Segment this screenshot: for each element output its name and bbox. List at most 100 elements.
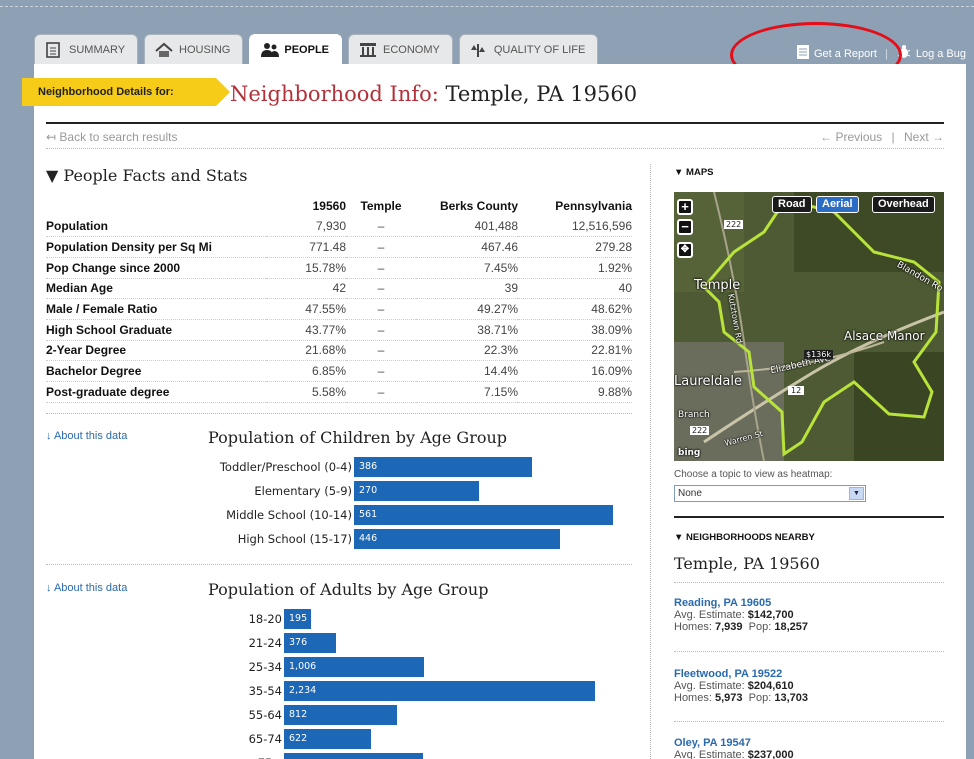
table-cell: 9.88% bbox=[518, 381, 632, 403]
table-cell: 14.4% bbox=[416, 360, 518, 382]
zoom-in-button[interactable]: + bbox=[677, 199, 693, 215]
log-bug-link[interactable]: Log a Bug bbox=[896, 44, 966, 63]
table-cell: – bbox=[346, 298, 416, 320]
nearby-item-homes-pop: Homes: 7,939 Pop: 18,257 bbox=[674, 621, 808, 633]
nearby-current-place: Temple, PA 19560 bbox=[674, 554, 820, 573]
tab-people[interactable]: PEOPLE bbox=[249, 34, 342, 64]
tab-economy[interactable]: ECONOMY bbox=[348, 34, 453, 64]
tab-quality-of-life[interactable]: QUALITY OF LIFE bbox=[458, 34, 599, 64]
nearby-item-name[interactable]: Fleetwood, PA 19522 bbox=[674, 668, 808, 680]
heatmap-select[interactable]: None ▼ bbox=[674, 485, 866, 502]
pager: ← Previous | Next → bbox=[820, 130, 944, 144]
map-label-alsace-manor: Alsace Manor bbox=[844, 329, 925, 343]
chart-category-label: Toddler/Preschool (0-4) bbox=[219, 460, 352, 474]
aerial-map[interactable]: + − ✥ Road Aerial Overhead Temple Alsace… bbox=[674, 192, 944, 461]
chart-bar[interactable]: 270 bbox=[354, 481, 479, 501]
table-cell: – bbox=[346, 257, 416, 279]
page-title-place: Temple, PA 19560 bbox=[445, 82, 638, 106]
table-row: Bachelor Degree 6.85% –14.4% 16.09% bbox=[46, 360, 632, 382]
map-route-12-marker: 12 bbox=[788, 386, 805, 395]
chart-bar[interactable]: 622 bbox=[284, 729, 371, 749]
table-row: 2-Year Degree 21.68% –22.3% 22.81% bbox=[46, 340, 632, 362]
table-cell: 22.3% bbox=[416, 340, 518, 362]
chart-category-label: 55-64 bbox=[248, 708, 282, 722]
table-cell: 38.71% bbox=[416, 319, 518, 341]
chart-bar-row: Middle School (10-14) 561 bbox=[208, 505, 613, 525]
about-this-data-link[interactable]: ↓ About this data bbox=[46, 582, 127, 594]
table-cell: – bbox=[346, 216, 416, 238]
chart-bar-row: 18-20 195 bbox=[208, 609, 311, 629]
table-cell: 38.09% bbox=[518, 319, 632, 341]
nearby-divider bbox=[674, 582, 944, 583]
adults-chart-title: Population of Adults by Age Group bbox=[208, 580, 489, 599]
nearby-item-name[interactable]: Reading, PA 19605 bbox=[674, 597, 808, 609]
app-frame: SUMMARY HOUSING PEOPLE ECONOMY QUALITY O… bbox=[22, 0, 966, 759]
tab-summary[interactable]: SUMMARY bbox=[34, 34, 139, 64]
people-facts-heading[interactable]: ▼ People Facts and Stats bbox=[46, 166, 247, 185]
chevron-down-icon: ▼ bbox=[849, 487, 864, 500]
map-route-222-marker: 222 bbox=[690, 426, 710, 435]
column-header: Pennsylvania bbox=[555, 199, 632, 213]
page-title: Neighborhood Info: Temple, PA 19560 bbox=[230, 82, 637, 106]
table-cell: – bbox=[346, 278, 416, 300]
row-label: Median Age bbox=[46, 278, 266, 300]
chart-bar[interactable]: 386 bbox=[354, 457, 532, 477]
map-label-branch: Branch bbox=[678, 410, 710, 420]
chart-bar[interactable]: 1,006 bbox=[284, 657, 424, 677]
map-road-button[interactable]: Road bbox=[772, 196, 812, 213]
row-label: Population bbox=[46, 216, 266, 238]
table-cell: 1.92% bbox=[518, 257, 632, 279]
table-header-row: 19560 Temple Berks County Pennsylvania bbox=[46, 196, 632, 216]
chart-bar[interactable]: 376 bbox=[284, 633, 336, 653]
table-row: Population 7,930–401,488 12,516,596 bbox=[46, 216, 632, 238]
chart-bar[interactable] bbox=[284, 753, 423, 759]
maps-heading[interactable]: ▼ MAPS bbox=[674, 167, 714, 178]
about-this-data-link[interactable]: ↓ About this data bbox=[46, 430, 127, 442]
chart-bar[interactable]: 195 bbox=[284, 609, 311, 629]
nearby-divider bbox=[674, 651, 944, 652]
table-row: Median Age 42–39 40 bbox=[46, 278, 632, 300]
heatmap-label: Choose a topic to view as heatmap: bbox=[674, 469, 833, 480]
row-label: Pop Change since 2000 bbox=[46, 257, 266, 279]
page-title-prefix: Neighborhood Info: bbox=[230, 82, 439, 106]
table-cell: 6.85% bbox=[266, 360, 346, 382]
pan-control-icon[interactable]: ✥ bbox=[677, 242, 693, 258]
table-cell: 48.62% bbox=[518, 298, 632, 320]
scales-icon bbox=[470, 42, 488, 58]
column-header: Berks County bbox=[439, 199, 518, 213]
bank-icon bbox=[359, 42, 377, 58]
map-price-marker[interactable]: $136k bbox=[804, 350, 833, 359]
table-cell: 47.55% bbox=[266, 298, 346, 320]
heatmap-selected-value: None bbox=[678, 488, 702, 499]
row-label: Bachelor Degree bbox=[46, 360, 266, 382]
section-divider bbox=[46, 413, 632, 414]
zoom-out-button[interactable]: − bbox=[677, 219, 693, 235]
chart-bar[interactable]: 2,234 bbox=[284, 681, 595, 701]
chart-bar[interactable]: 561 bbox=[354, 505, 613, 525]
map-aerial-button[interactable]: Aerial bbox=[816, 196, 859, 213]
back-to-results-link[interactable]: ↤ Back to search results bbox=[46, 130, 177, 144]
map-overhead-button[interactable]: Overhead bbox=[872, 196, 935, 213]
column-header: Temple bbox=[360, 199, 402, 213]
section-divider bbox=[46, 564, 632, 565]
chart-bar[interactable]: 446 bbox=[354, 529, 560, 549]
chart-bar-row: 65-74 622 bbox=[208, 729, 371, 749]
table-row: Pop Change since 2000 15.78% –7.45% 1.92% bbox=[46, 257, 632, 279]
tab-bar: SUMMARY HOUSING PEOPLE ECONOMY QUALITY O… bbox=[34, 34, 604, 64]
people-icon bbox=[260, 42, 280, 58]
table-cell: 21.68% bbox=[266, 340, 346, 362]
chart-bar-row: 35-54 2,234 bbox=[208, 681, 595, 701]
chart-bar-row: 75+ bbox=[208, 753, 423, 759]
neighborhoods-nearby-heading[interactable]: ▼ NEIGHBORHOODS NEARBY bbox=[674, 532, 815, 543]
previous-link[interactable]: ← Previous bbox=[820, 130, 882, 144]
tab-label: PEOPLE bbox=[284, 43, 329, 56]
nearby-item-homes-pop: Homes: 5,973 Pop: 13,703 bbox=[674, 692, 808, 704]
chart-bar[interactable]: 812 bbox=[284, 705, 397, 725]
tab-label: HOUSING bbox=[179, 43, 231, 56]
nearby-item-name[interactable]: Oley, PA 19547 bbox=[674, 737, 794, 749]
next-link[interactable]: Next → bbox=[904, 130, 944, 144]
neighborhood-ribbon: Neighborhood Details for: bbox=[22, 78, 230, 106]
chart-bar-row: Elementary (5-9) 270 bbox=[208, 481, 479, 501]
tab-housing[interactable]: HOUSING bbox=[144, 34, 244, 64]
chart-category-label: 21-24 bbox=[248, 636, 282, 650]
